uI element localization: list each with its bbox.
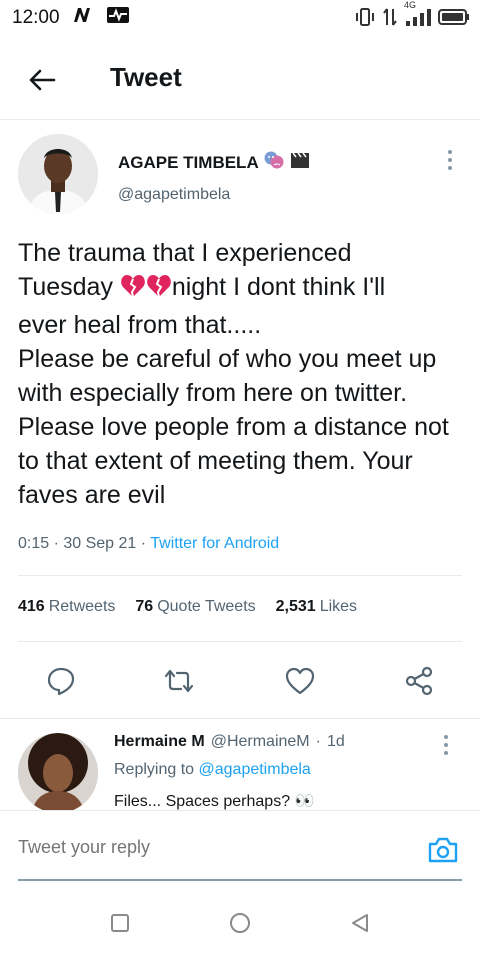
retweets-count: 416 [18,598,45,615]
notification-n-icon [72,6,98,30]
back-nav-button[interactable] [345,908,375,938]
reply-text: Files... Spaces perhaps? 👀 [114,793,315,810]
reply-header: Hermaine M @HermaineM · 1d [114,733,345,751]
clapper-board-icon [289,150,311,175]
broken-heart-icon [146,273,172,308]
arrow-left-icon [29,69,56,91]
reply-age: 1d [326,733,345,750]
back-button[interactable] [24,62,60,98]
signal-4g-icon: 4G [404,0,432,34]
tweet-time: 0:15 [18,535,50,552]
likes-count: 2,531 [275,598,316,615]
avatar[interactable] [18,733,98,810]
quote-tweets-label: Quote Tweets [157,598,256,615]
camera-button[interactable] [426,833,460,867]
more-dot [444,751,448,755]
like-button[interactable] [283,664,317,698]
more-dot [448,150,452,154]
reply-tweet[interactable]: Hermaine M @HermaineM · 1d Replying to @… [0,718,480,810]
status-bar: 12:00 4G [0,0,480,36]
tweet-text-rest: ever heal from that..... Please be caref… [18,311,449,509]
tweet-text-line: The trauma that I experienced [18,239,352,267]
replying-to: Replying to @agapetimbela [114,761,311,779]
replying-to-prefix: Replying to [114,761,195,778]
camera-icon [428,837,458,863]
reply-avatar-image [18,733,98,810]
tweet-text-segment: night I dont think I'll [171,273,386,301]
author-name-text: AGAPE TIMBELA [118,152,259,172]
tweet-stats: 416 Retweets 76 Quote Tweets 2,531 Likes [18,598,357,616]
battery-icon [438,8,470,32]
author-name[interactable]: AGAPE TIMBELA [118,150,311,175]
quote-tweets-count: 76 [135,598,154,615]
comment-icon [47,667,75,696]
circle-icon [230,913,250,933]
reply-composer [0,810,480,882]
retweets-label: Retweets [48,598,116,615]
tweet-date: 30 Sep 21 [63,535,137,552]
more-dot [444,735,448,739]
likes-stat[interactable]: 2,531 Likes [276,598,357,616]
separator-dot: · [315,733,321,750]
home-button[interactable] [225,908,255,938]
more-options-button[interactable] [440,148,460,172]
retweet-icon [164,669,194,693]
heart-icon [285,667,315,695]
page-title: Tweet [110,62,182,92]
input-underline [18,879,462,881]
tweet-author: AGAPE TIMBELA @agapetimbela [18,134,462,224]
share-icon [405,666,433,696]
status-time: 12:00 [12,7,60,28]
avatar[interactable] [18,134,98,214]
author-avatar-image [18,134,98,214]
performing-arts-masks-icon [263,150,285,175]
divider [18,641,462,642]
tweet-text: The trauma that I experienced Tuesday ni… [18,236,464,512]
author-handle[interactable]: @agapetimbela [118,186,230,204]
reply-author-name[interactable]: Hermaine M [114,733,205,751]
tweet-actions [0,656,480,706]
broken-heart-icon [120,273,146,308]
share-button[interactable] [402,664,436,698]
tweet-text-segment: Tuesday [18,273,120,301]
more-dot [448,166,452,170]
tweet-source-link[interactable]: Twitter for Android [150,535,279,552]
divider [18,575,462,576]
more-dot [448,158,452,162]
likes-label: Likes [319,598,358,615]
more-dot [444,743,448,747]
tweet-meta: 0:15 · 30 Sep 21 · Twitter for Android [18,535,280,552]
square-icon [111,914,129,932]
app-header: Tweet [0,36,480,120]
replying-to-mention[interactable]: @agapetimbela [199,761,311,778]
network-type-label: 4G [404,0,417,10]
quote-tweets-stat[interactable]: 76 Quote Tweets [135,598,255,616]
triangle-back-icon [352,914,368,932]
reply-input[interactable] [18,837,398,858]
vibrate-icon [354,6,376,34]
reply-more-options-button[interactable] [436,733,456,757]
activity-icon [106,6,130,30]
retweet-button[interactable] [162,664,196,698]
reply-button[interactable] [44,664,78,698]
recent-apps-button[interactable] [105,908,135,938]
system-nav-bar [0,886,480,960]
retweets-stat[interactable]: 416 Retweets [18,598,115,616]
data-transfer-icon [382,6,398,34]
reply-author-handle[interactable]: @HermaineM [211,733,310,751]
